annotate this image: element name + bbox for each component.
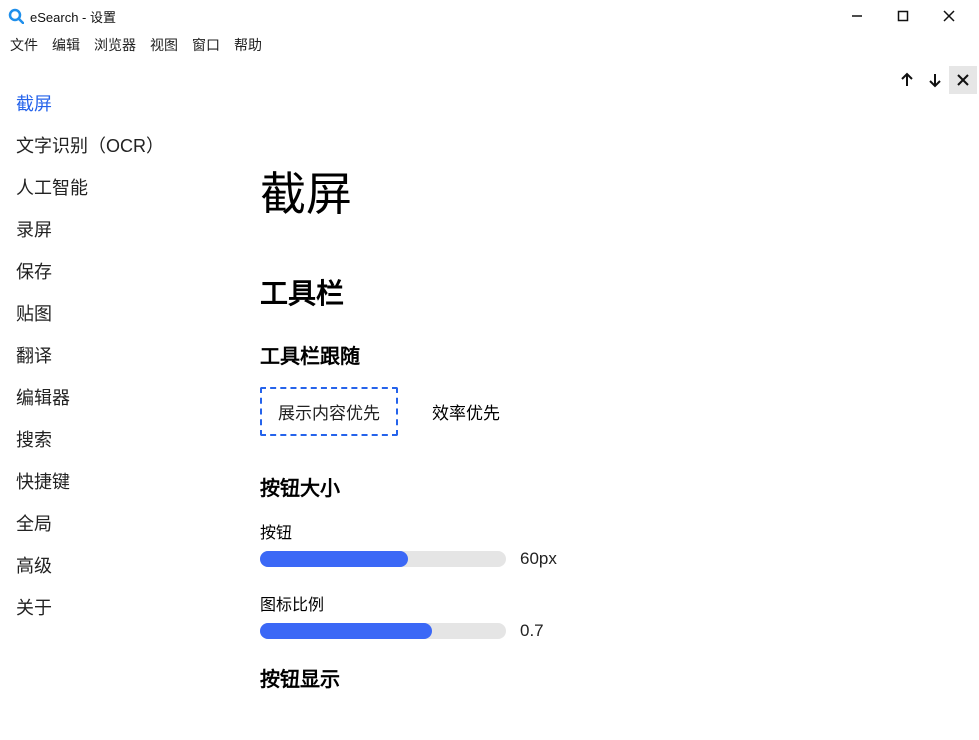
button-size-value: 60px [520, 549, 557, 569]
sidebar-item-label: 保存 [16, 262, 52, 282]
menu-window[interactable]: 窗口 [192, 35, 220, 55]
sidebar-item-screenshot[interactable]: 截屏 [16, 82, 210, 124]
maximize-button[interactable] [889, 2, 917, 30]
sidebar-item-ocr[interactable]: 文字识别（OCR） [16, 124, 210, 166]
sidebar-item-translate[interactable]: 翻译 [16, 334, 210, 376]
menu-file[interactable]: 文件 [10, 35, 38, 55]
slider-fill [260, 623, 432, 639]
titlebar: eSearch - 设置 [0, 0, 979, 32]
section-toolbar-follow: 工具栏跟随 [260, 340, 939, 369]
app-icon [8, 8, 24, 24]
slider-button-label: 按钮 [260, 519, 939, 543]
sidebar-item-search[interactable]: 搜索 [16, 418, 210, 460]
sidebar-item-label: 搜索 [16, 430, 52, 450]
option-label: 展示内容优先 [278, 404, 380, 423]
sidebar-item-editor[interactable]: 编辑器 [16, 376, 210, 418]
menu-view[interactable]: 视图 [150, 35, 178, 55]
window-title: eSearch - 设置 [30, 7, 116, 26]
section-button-display: 按钮显示 [260, 663, 939, 692]
menu-edit[interactable]: 编辑 [52, 35, 80, 55]
sidebar-item-shortcuts[interactable]: 快捷键 [16, 460, 210, 502]
slider-fill [260, 551, 408, 567]
slider-icon-label: 图标比例 [260, 591, 939, 615]
menu-browser[interactable]: 浏览器 [94, 35, 136, 55]
sidebar-item-label: 关于 [16, 598, 52, 618]
sidebar-item-advanced[interactable]: 高级 [16, 544, 210, 586]
icon-ratio-value: 0.7 [520, 621, 544, 641]
follow-option-efficiency[interactable]: 效率优先 [416, 389, 516, 434]
sidebar-item-about[interactable]: 关于 [16, 586, 210, 628]
sidebar-item-global[interactable]: 全局 [16, 502, 210, 544]
sidebar: 截屏 文字识别（OCR） 人工智能 录屏 保存 贴图 翻译 编辑器 搜索 快捷键… [0, 58, 210, 740]
sidebar-item-label: 全局 [16, 514, 52, 534]
sidebar-item-label: 贴图 [16, 304, 52, 324]
sidebar-item-label: 快捷键 [16, 472, 70, 492]
sidebar-item-pin[interactable]: 贴图 [16, 292, 210, 334]
page-title: 截屏 [260, 158, 939, 224]
sidebar-item-record[interactable]: 录屏 [16, 208, 210, 250]
menubar: 文件 编辑 浏览器 视图 窗口 帮助 [0, 32, 979, 58]
toolbar-follow-options: 展示内容优先 效率优先 [260, 387, 939, 436]
sidebar-item-label: 截屏 [16, 94, 52, 114]
close-button[interactable] [935, 2, 963, 30]
minimize-button[interactable] [843, 2, 871, 30]
sidebar-item-label: 高级 [16, 556, 52, 576]
window-controls [843, 2, 971, 30]
menu-help[interactable]: 帮助 [234, 35, 262, 55]
sidebar-item-label: 文字识别（OCR） [16, 136, 164, 156]
sidebar-item-save[interactable]: 保存 [16, 250, 210, 292]
section-button-size: 按钮大小 [260, 472, 939, 501]
section-toolbar: 工具栏 [260, 272, 939, 312]
sidebar-item-label: 人工智能 [16, 178, 88, 198]
main-content: 截屏 工具栏 工具栏跟随 展示内容优先 效率优先 按钮大小 按钮 60px 图标… [210, 58, 979, 740]
follow-option-content-first[interactable]: 展示内容优先 [260, 387, 398, 436]
button-size-slider[interactable] [260, 551, 506, 567]
option-label: 效率优先 [432, 404, 500, 423]
sidebar-item-label: 编辑器 [16, 388, 70, 408]
sidebar-item-label: 录屏 [16, 220, 52, 240]
icon-ratio-slider[interactable] [260, 623, 506, 639]
sidebar-item-label: 翻译 [16, 346, 52, 366]
sidebar-item-ai[interactable]: 人工智能 [16, 166, 210, 208]
